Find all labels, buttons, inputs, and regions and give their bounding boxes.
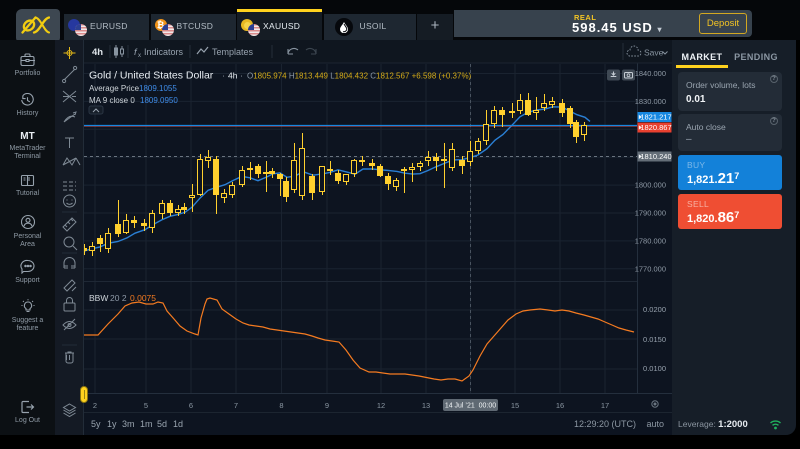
svg-text:MA 9 close 0: MA 9 close 0 — [89, 96, 135, 105]
svg-text:1780.000: 1780.000 — [635, 236, 666, 245]
svg-text:x: x — [138, 53, 141, 59]
svg-text:7: 7 — [234, 401, 238, 410]
svg-text:Save: Save — [644, 48, 664, 58]
svg-text:4h: 4h — [228, 71, 238, 81]
svg-text:8: 8 — [279, 401, 283, 410]
svg-text:·: · — [222, 71, 225, 81]
svg-text:0.0075: 0.0075 — [130, 293, 156, 303]
svg-text:1840.000: 1840.000 — [635, 69, 666, 78]
svg-text:1820.867: 1820.867 — [640, 123, 671, 132]
svg-text:0.0150: 0.0150 — [643, 335, 666, 344]
svg-text:1810.240: 1810.240 — [640, 152, 671, 161]
svg-text:1790.000: 1790.000 — [635, 209, 666, 218]
svg-text:15: 15 — [511, 401, 519, 410]
svg-text:1809.1055: 1809.1055 — [139, 84, 177, 93]
svg-text:BBW: BBW — [89, 293, 108, 303]
svg-text:6: 6 — [189, 401, 193, 410]
svg-text:Templates: Templates — [212, 47, 254, 57]
svg-text:O1805.974 H1813.449 L1804.432: O1805.974 H1813.449 L1804.432 C1812.567 … — [247, 72, 472, 81]
svg-text:9: 9 — [325, 401, 329, 410]
svg-text:1821.217: 1821.217 — [640, 113, 671, 122]
svg-text:Average Price: Average Price — [89, 84, 140, 93]
svg-text:20 2: 20 2 — [110, 293, 127, 303]
svg-text:Gold / United States Dollar: Gold / United States Dollar — [89, 70, 214, 82]
svg-text:·: · — [240, 71, 243, 81]
svg-text:1770.000: 1770.000 — [635, 264, 666, 273]
svg-text:2: 2 — [93, 401, 97, 410]
svg-text:12: 12 — [377, 401, 385, 410]
svg-text:0.0200: 0.0200 — [643, 305, 666, 314]
svg-text:1830.000: 1830.000 — [635, 97, 666, 106]
svg-text:0.0100: 0.0100 — [643, 364, 666, 373]
svg-text:4h: 4h — [92, 47, 103, 58]
svg-text:5: 5 — [144, 401, 148, 410]
svg-text:1800.000: 1800.000 — [635, 181, 666, 190]
svg-text:Indicators: Indicators — [144, 47, 184, 57]
svg-text:14 Jul ’21 00:00: 14 Jul ’21 00:00 — [445, 403, 496, 410]
svg-text:17: 17 — [601, 401, 609, 410]
svg-text:16: 16 — [556, 401, 564, 410]
svg-text:13: 13 — [422, 401, 430, 410]
svg-text:1809.0950: 1809.0950 — [140, 96, 178, 105]
